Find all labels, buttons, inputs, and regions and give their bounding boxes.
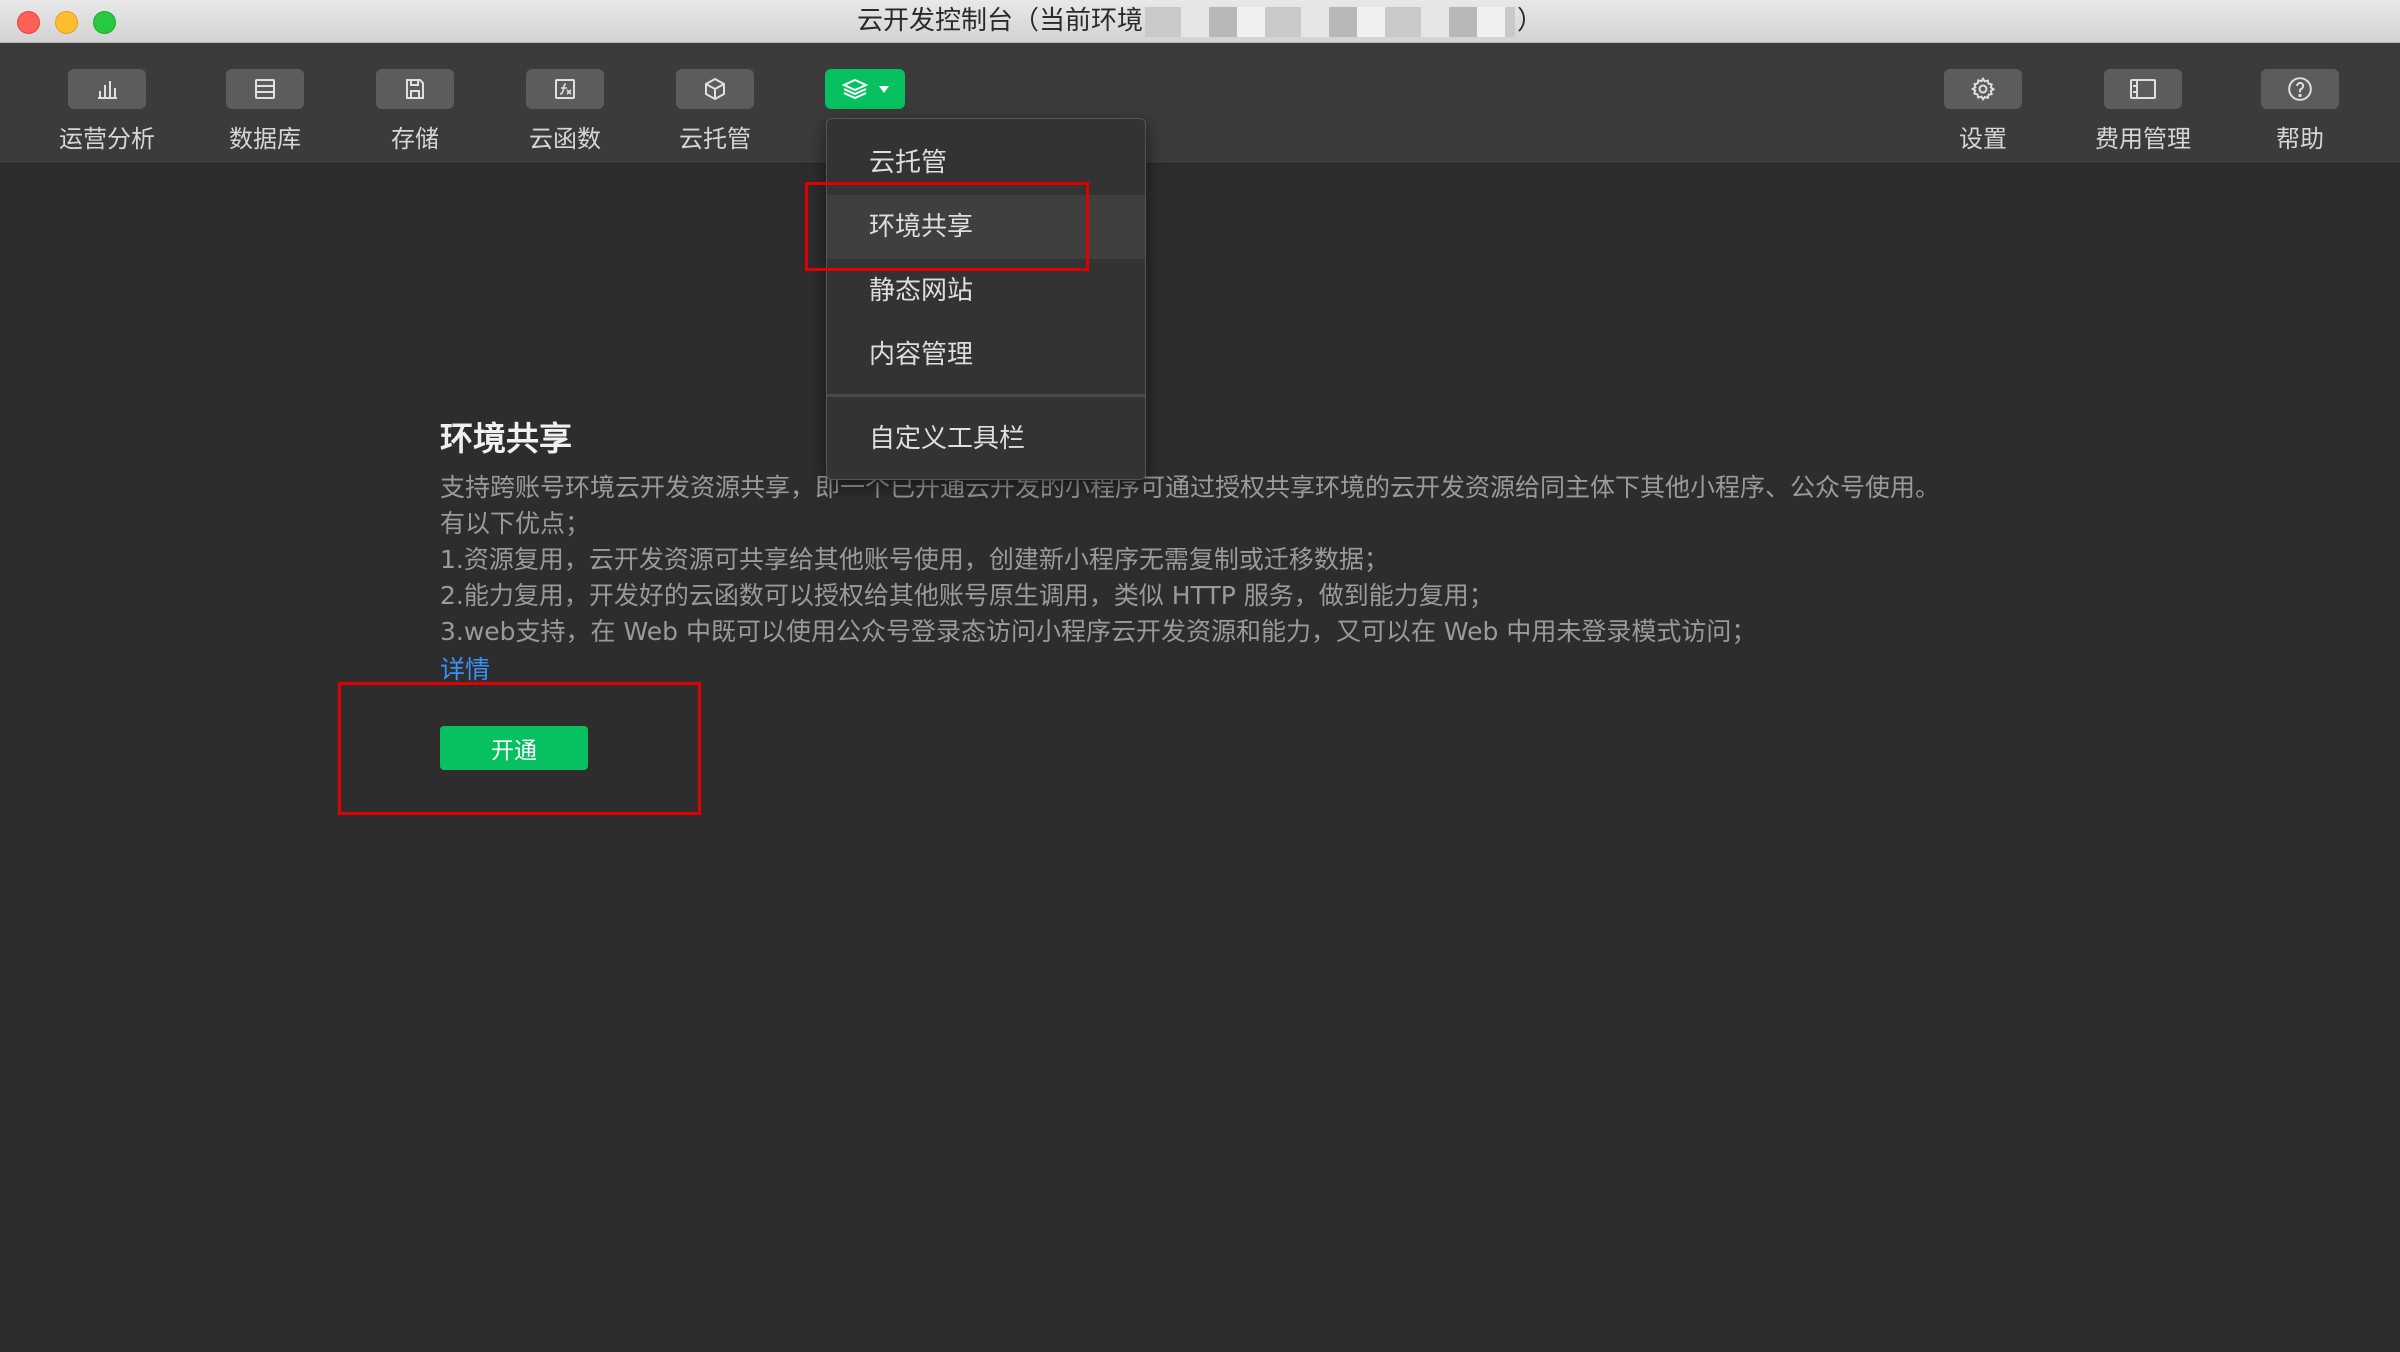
enable-button[interactable]: 开通 bbox=[440, 726, 588, 770]
menu-divider bbox=[827, 394, 1145, 397]
toolbar-cloud-function[interactable]: 云函数 bbox=[510, 69, 620, 154]
redacted-environment-name bbox=[1145, 6, 1515, 37]
billing-icon bbox=[2130, 79, 2156, 99]
title-bar: 云开发控制台（当前环境） bbox=[0, 0, 2400, 43]
menu-item-static-site[interactable]: 静态网站 bbox=[827, 259, 1145, 323]
chevron-down-icon bbox=[879, 85, 889, 93]
description-line: 1.资源复用，云开发资源可共享给其他账号使用，创建新小程序无需复制或迁移数据； bbox=[440, 545, 1389, 574]
feature-description: 支持跨账号环境云开发资源共享，即一个已开通云开发的小程序可通过授权共享环境的云开… bbox=[440, 470, 1960, 650]
description-line: 3.web支持，在 Web 中既可以使用公众号登录态访问小程序云开发资源和能力，… bbox=[440, 617, 1757, 646]
page-title: 环境共享 bbox=[440, 419, 572, 458]
description-line: 2.能力复用，开发好的云函数可以授权给其他账号原生调用，类似 HTTP 服务，做… bbox=[440, 581, 1494, 610]
cube-icon bbox=[705, 77, 725, 101]
menu-item-content-management[interactable]: 内容管理 bbox=[827, 323, 1145, 387]
menu-item-cloud-hosting[interactable]: 云托管 bbox=[827, 131, 1145, 195]
details-link[interactable]: 详情 bbox=[440, 650, 490, 686]
toolbar-more-menu: 云托管 环境共享 静态网站 内容管理 自定义工具栏 bbox=[826, 118, 1146, 480]
toolbar-billing[interactable]: 费用管理 bbox=[2088, 69, 2198, 154]
toolbar-more-dropdown[interactable] bbox=[810, 69, 920, 109]
toolbar-help[interactable]: 帮助 bbox=[2245, 69, 2355, 154]
toolbar-storage[interactable]: 存储 bbox=[360, 69, 470, 154]
menu-item-env-share[interactable]: 环境共享 bbox=[827, 195, 1145, 259]
toolbar: 运营分析 数据库 存储 云函数 云托管 设置 费用管理 帮助 bbox=[0, 43, 2400, 164]
toolbar-database[interactable]: 数据库 bbox=[210, 69, 320, 154]
gear-icon bbox=[1970, 76, 1996, 101]
function-icon bbox=[555, 79, 575, 99]
toolbar-cloud-hosting[interactable]: 云托管 bbox=[660, 69, 770, 154]
bar-chart-icon bbox=[98, 81, 117, 99]
toolbar-analytics[interactable]: 运营分析 bbox=[52, 69, 162, 154]
help-icon bbox=[2288, 77, 2312, 101]
menu-item-customize-toolbar[interactable]: 自定义工具栏 bbox=[827, 407, 1145, 471]
layers-icon bbox=[841, 78, 869, 100]
toolbar-settings[interactable]: 设置 bbox=[1928, 69, 2038, 154]
description-line: 支持跨账号环境云开发资源共享，即一个已开通云开发的小程序可通过授权共享环境的云开… bbox=[440, 473, 1941, 538]
window-title: 云开发控制台（当前环境） bbox=[856, 6, 1544, 37]
database-icon bbox=[255, 79, 275, 99]
storage-icon bbox=[406, 79, 424, 99]
